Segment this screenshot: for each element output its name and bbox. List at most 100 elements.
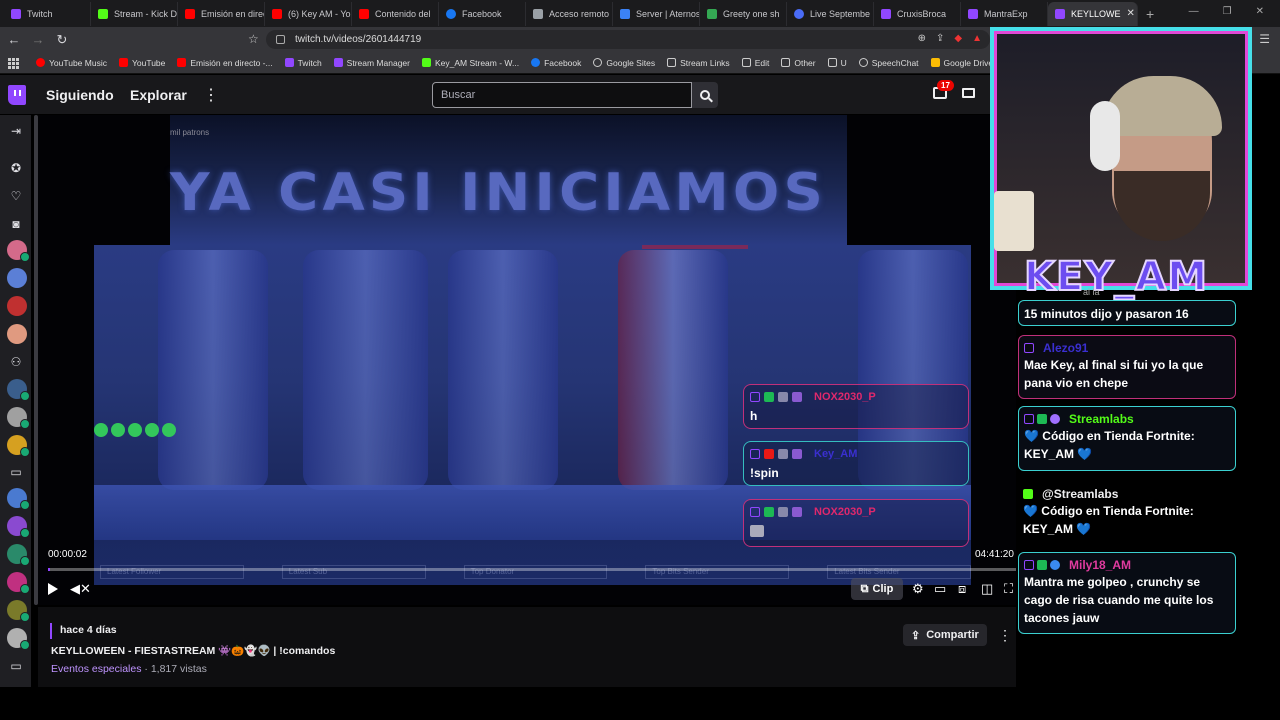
folder-icon xyxy=(667,58,677,67)
more-options-icon[interactable]: ⋮ xyxy=(998,627,1012,644)
close-tab-icon[interactable]: ✕ xyxy=(1127,8,1135,19)
extension-icon[interactable]: ◆ xyxy=(954,33,962,44)
picture-in-picture-icon[interactable]: ⧈ xyxy=(958,581,966,597)
minimize-icon[interactable]: — xyxy=(1189,6,1199,17)
bookmark-item[interactable]: Twitch xyxy=(284,57,322,68)
whispers-icon[interactable] xyxy=(962,88,975,98)
browser-tab[interactable]: CruxisBroca xyxy=(874,1,961,26)
browser-tab-active[interactable]: KEYLLOWE ✕ xyxy=(1048,1,1138,26)
channel-avatar[interactable] xyxy=(7,268,27,288)
channel-avatar[interactable] xyxy=(7,488,30,510)
bookmark-item[interactable]: Stream Manager xyxy=(333,58,410,68)
bookmark-item[interactable]: SpeechChat xyxy=(858,58,919,68)
browser-tab[interactable]: Greety one sh xyxy=(700,1,787,26)
share-button[interactable]: ⇪ Compartir xyxy=(903,624,987,646)
chat-username: Alezo91 xyxy=(1043,341,1089,355)
expand-sidebar-icon[interactable]: ⇥ xyxy=(9,124,23,138)
recommended-icon[interactable]: ✪ xyxy=(9,161,23,175)
video-category-link[interactable]: Eventos especiales xyxy=(51,663,141,675)
bookmark-icon[interactable]: ☆ xyxy=(248,32,259,46)
share-page-icon[interactable]: ⇪ xyxy=(936,33,944,44)
twitch-badge-icon xyxy=(750,449,760,459)
bookmark-item[interactable]: Edit xyxy=(741,57,770,68)
channel-avatar[interactable] xyxy=(7,379,30,401)
twitch-top-nav: Siguiendo Explorar ⋮ Buscar 17 xyxy=(0,75,1000,115)
webcam-person-hair xyxy=(1102,76,1222,136)
nav-following[interactable]: Siguiendo xyxy=(46,87,114,103)
twitch-badge-icon xyxy=(1024,560,1034,570)
channel-avatar[interactable] xyxy=(7,240,30,262)
channel-avatar[interactable] xyxy=(7,407,30,429)
window-controls: — ❐ ✕ xyxy=(1189,6,1264,17)
browser-tab[interactable]: Emisión en directo xyxy=(178,1,265,26)
bookmark-label: Edit xyxy=(754,57,770,68)
video-player[interactable]: YA CASI INICIAMOS mil patrons Latest Fol… xyxy=(38,115,1023,605)
channel-avatar[interactable] xyxy=(7,296,27,316)
heart-icon[interactable]: ♡ xyxy=(9,189,23,203)
bookmark-item[interactable]: Facebook xyxy=(531,58,581,68)
alert-icon[interactable]: ▲ xyxy=(972,33,982,44)
notification-count-badge: 17 xyxy=(937,80,954,91)
fullscreen-icon[interactable]: ⛶ xyxy=(1004,581,1013,597)
browser-tab[interactable]: Contenido del xyxy=(352,1,439,26)
channel-avatar[interactable] xyxy=(7,544,30,566)
site-info-icon[interactable] xyxy=(276,35,285,44)
browser-tab[interactable]: Twitch xyxy=(4,1,91,26)
new-tab-icon[interactable]: + xyxy=(1146,6,1154,22)
search-input[interactable]: Buscar xyxy=(432,82,692,108)
twitch-logo-icon[interactable] xyxy=(8,85,26,105)
browser-tab[interactable]: (6) Key AM - Yo xyxy=(265,1,352,26)
video-icon[interactable]: ▭ xyxy=(9,659,23,673)
chat-toggle-icon[interactable]: ◫ xyxy=(981,581,993,597)
channel-avatar[interactable] xyxy=(7,516,30,538)
video-date: hace 4 días xyxy=(60,624,117,636)
browser-menu-icon[interactable]: ☰ xyxy=(1259,32,1270,46)
apps-grid-icon[interactable] xyxy=(8,57,19,69)
play-icon[interactable] xyxy=(48,583,58,595)
twitch-badge-icon xyxy=(750,392,760,402)
channel-avatar[interactable] xyxy=(7,600,30,622)
bookmark-item[interactable]: Emisión en directo -... xyxy=(177,58,273,68)
game-controller-icon[interactable]: ◙ xyxy=(9,217,23,231)
back-icon[interactable]: ← xyxy=(4,32,24,47)
seek-bar[interactable] xyxy=(48,568,1018,571)
bookmark-item[interactable]: Key_AM Stream - W... xyxy=(421,58,519,68)
bookmark-item[interactable]: Google Drive xyxy=(930,58,993,68)
star-badge-icon xyxy=(778,449,788,459)
theatre-mode-icon[interactable]: ▭ xyxy=(934,581,946,597)
more-vertical-icon[interactable]: ⋮ xyxy=(203,85,219,105)
bookmark-item[interactable]: Other xyxy=(781,58,816,68)
bookmark-item[interactable]: YouTube xyxy=(118,58,165,68)
close-window-icon[interactable]: ✕ xyxy=(1256,6,1264,17)
browser-tab[interactable]: Stream - Kick Dash xyxy=(91,1,178,26)
muted-volume-icon[interactable]: ◀✕ xyxy=(70,581,91,597)
browser-tab[interactable]: Facebook xyxy=(439,1,526,26)
browser-tab[interactable]: Server | Aternos xyxy=(613,1,700,26)
search-button[interactable] xyxy=(692,82,718,108)
forward-icon[interactable]: → xyxy=(28,32,48,47)
settings-gear-icon[interactable]: ⚙ xyxy=(912,581,924,597)
reload-icon[interactable]: ↻ xyxy=(52,32,72,48)
moderator-badge-icon xyxy=(764,392,774,402)
bookmark-item[interactable]: YouTube Music xyxy=(36,58,107,68)
nav-browse[interactable]: Explorar xyxy=(130,87,187,103)
browser-tab[interactable]: Acceso remoto xyxy=(526,1,613,26)
bookmark-item[interactable]: Google Sites xyxy=(593,58,655,68)
tab-label: Twitch xyxy=(27,8,53,19)
url-bar-actions: ⊕ ⇪ ◆ ▲ xyxy=(918,33,982,44)
browser-tab[interactable]: MantraExp xyxy=(961,1,1048,26)
channel-avatar[interactable] xyxy=(7,628,30,650)
channel-avatar[interactable] xyxy=(7,435,30,457)
video-icon[interactable]: ▭ xyxy=(9,465,23,479)
bookmark-item[interactable]: Stream Links xyxy=(667,58,730,68)
url-bar[interactable]: twitch.tv/videos/2601444719 ⊕ ⇪ ◆ ▲ xyxy=(266,30,990,49)
bookmark-label: Twitch xyxy=(297,57,322,68)
maximize-icon[interactable]: ❐ xyxy=(1223,6,1232,17)
bookmark-item[interactable]: U xyxy=(827,58,847,68)
channel-avatar[interactable] xyxy=(7,572,30,594)
zoom-icon[interactable]: ⊕ xyxy=(918,33,926,44)
channel-avatar[interactable] xyxy=(7,324,27,344)
clip-button[interactable]: ⧉ Clip xyxy=(851,578,903,600)
browser-tab[interactable]: Live Septembe xyxy=(787,1,874,26)
add-friend-icon[interactable]: ⚇ xyxy=(9,355,23,369)
